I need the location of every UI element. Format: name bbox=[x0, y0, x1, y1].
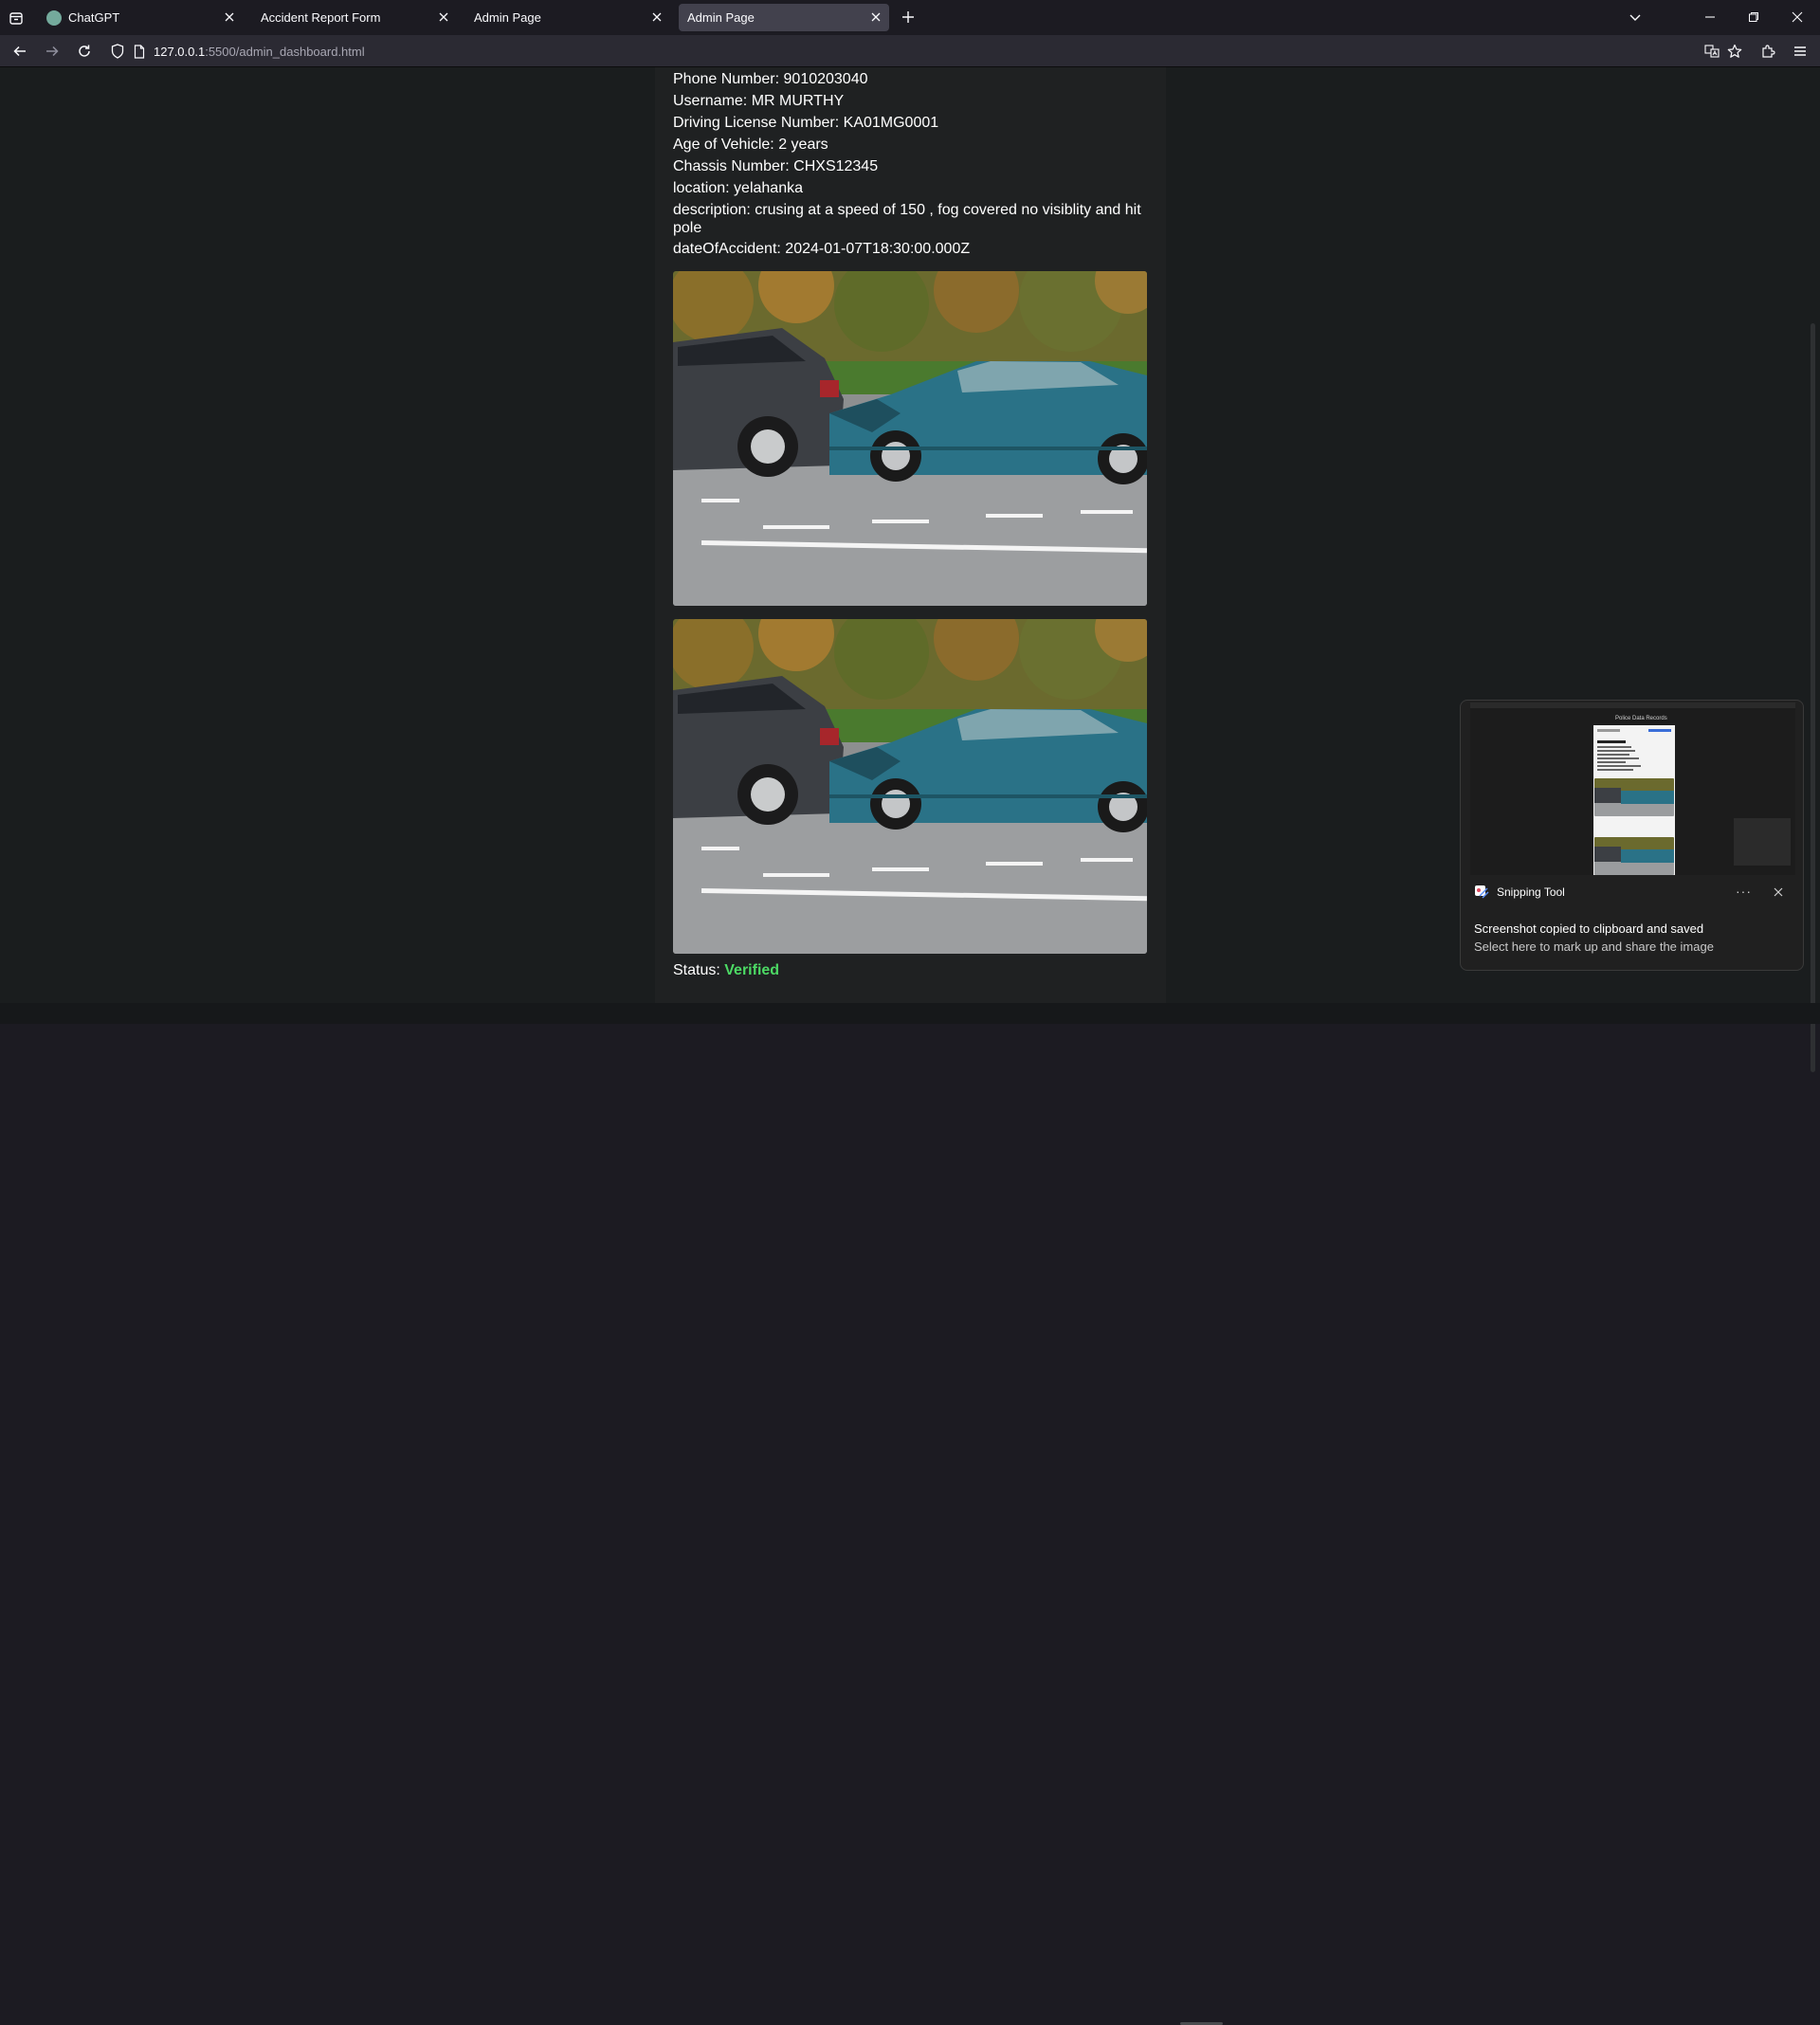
close-tab-icon[interactable] bbox=[868, 9, 883, 25]
translate-icon[interactable] bbox=[1702, 42, 1721, 61]
star-icon[interactable] bbox=[1725, 42, 1744, 61]
vehicle-age-line: Age of Vehicle: 2 years bbox=[673, 137, 828, 153]
username-line: Username: MR MURTHY bbox=[673, 93, 845, 109]
date-of-accident-line: dateOfAccident: 2024-01-07T18:30:00.000Z bbox=[673, 241, 971, 257]
snipping-tool-icon bbox=[1474, 885, 1489, 900]
minimize-icon[interactable] bbox=[1698, 6, 1722, 28]
thumbnail-secondary-window bbox=[1734, 818, 1791, 866]
chatgpt-favicon-icon bbox=[46, 10, 62, 26]
snipping-tool-notification[interactable]: Police Data Records Snipping Tool ··· Sc… bbox=[1460, 700, 1804, 971]
tab-admin-page-active[interactable]: Admin Page bbox=[679, 4, 889, 31]
back-arrow-icon[interactable] bbox=[10, 42, 29, 61]
status-label: Status: bbox=[673, 962, 720, 978]
puzzle-icon[interactable] bbox=[1758, 42, 1777, 61]
location-line: location: yelahanka bbox=[673, 180, 803, 196]
driving-license-line: Driving License Number: KA01MG0001 bbox=[673, 115, 939, 131]
close-window-icon[interactable] bbox=[1785, 6, 1810, 28]
url-bar[interactable]: 127.0.0.1:5500/admin_dashboard.html bbox=[154, 45, 365, 59]
tab-accident-report-form[interactable]: Accident Report Form bbox=[252, 4, 457, 31]
description-line: description: crusing at a speed of 150 ,… bbox=[673, 202, 1141, 236]
accident-photo bbox=[673, 619, 1147, 954]
chassis-number-line: Chassis Number: CHXS12345 bbox=[673, 158, 879, 174]
reload-icon[interactable] bbox=[75, 42, 94, 61]
tab-overflow-chevron-icon[interactable] bbox=[1623, 6, 1647, 28]
thumbnail-photo bbox=[1594, 778, 1674, 816]
tab-title: Admin Page bbox=[474, 10, 541, 25]
notification-sub-message: Select here to mark up and share the ima… bbox=[1474, 940, 1714, 954]
hamburger-menu-icon[interactable] bbox=[1791, 42, 1810, 61]
close-tab-icon[interactable] bbox=[436, 9, 451, 25]
tab-title: Admin Page bbox=[687, 10, 755, 25]
screenshot-thumbnail[interactable]: Police Data Records bbox=[1470, 702, 1795, 875]
url-path: :5500/admin_dashboard.html bbox=[205, 45, 365, 59]
thumbnail-tab-bar bbox=[1470, 702, 1795, 708]
shield-icon[interactable] bbox=[108, 42, 127, 61]
url-host: 127.0.0.1 bbox=[154, 45, 206, 59]
close-tab-icon[interactable] bbox=[649, 9, 664, 25]
tab-chatgpt[interactable]: ChatGPT bbox=[39, 4, 243, 31]
vertical-scrollbar[interactable] bbox=[1811, 323, 1815, 1072]
more-options-icon[interactable]: ··· bbox=[1736, 884, 1752, 899]
status-line: Status: Verified bbox=[673, 961, 779, 980]
status-badge: Verified bbox=[724, 962, 780, 978]
report-details: Phone Number: 9010203040 Username: MR MU… bbox=[673, 70, 1147, 262]
forward-arrow-icon[interactable] bbox=[43, 42, 62, 61]
notification-message: Screenshot copied to clipboard and saved bbox=[1474, 921, 1704, 936]
bottom-strip bbox=[0, 1003, 1820, 2025]
close-tab-icon[interactable] bbox=[222, 9, 237, 25]
new-tab-icon[interactable] bbox=[899, 8, 918, 27]
notification-app-name: Snipping Tool bbox=[1497, 885, 1565, 899]
page-icon[interactable] bbox=[130, 42, 149, 61]
accident-photo bbox=[673, 271, 1147, 606]
tab-title: ChatGPT bbox=[68, 10, 120, 25]
tab-admin-page[interactable]: Admin Page bbox=[465, 4, 670, 31]
restore-icon[interactable] bbox=[1741, 6, 1766, 28]
close-notification-icon[interactable] bbox=[1772, 885, 1785, 899]
phone-number-line: Phone Number: 9010203040 bbox=[673, 71, 868, 87]
thumbnail-photo bbox=[1594, 837, 1674, 875]
navigation-bar: 127.0.0.1:5500/admin_dashboard.html bbox=[0, 35, 1820, 67]
tab-bar: ChatGPT Accident Report Form Admin Page … bbox=[0, 0, 1820, 35]
thumbnail-title: Police Data Records bbox=[1615, 716, 1667, 721]
tab-title: Accident Report Form bbox=[261, 10, 381, 25]
tab-list-icon[interactable] bbox=[6, 8, 27, 28]
